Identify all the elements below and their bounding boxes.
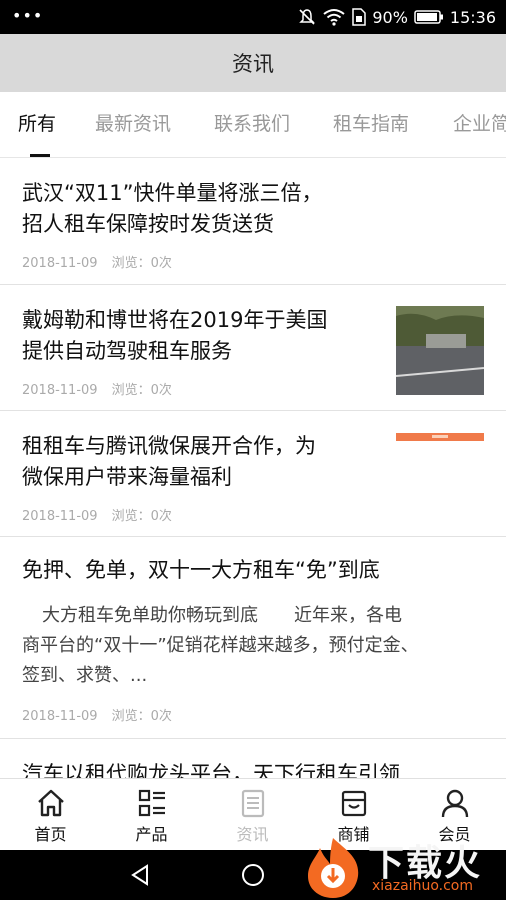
news-views: 浏览：0次 bbox=[111, 256, 172, 271]
sim-card-icon bbox=[352, 8, 367, 26]
battery-percent: 90% bbox=[372, 7, 408, 27]
news-thumbnail-image bbox=[396, 433, 484, 441]
news-excerpt-line: 签到、求赞、... bbox=[22, 665, 148, 686]
news-excerpt: 大方租车免单助你畅玩到底 近年来，各电 商平台的“双十一”促销花样越来越多，预付… bbox=[22, 601, 484, 691]
watermark-logo: 下载火 xiazaihuo.com bbox=[300, 832, 506, 900]
news-title-line: 招人租车保障按时发货送货 bbox=[22, 212, 274, 236]
tab-contact-us[interactable]: 联系我们 bbox=[214, 92, 291, 157]
tab-label: 企业简 bbox=[453, 113, 506, 135]
news-list: 武汉“双11”快件单量将涨三倍， 招人租车保障按时发货送货 2018-11-09… bbox=[0, 158, 506, 778]
tab-label: 租车指南 bbox=[333, 113, 410, 135]
news-title-line: 提供自动驾驶租车服务 bbox=[22, 339, 232, 363]
news-title-line: 免押、免单，双十一大方租车“免”到底 bbox=[22, 558, 380, 582]
home-circle-icon[interactable] bbox=[241, 863, 265, 887]
status-bar: ••• 90% 15:36 bbox=[0, 0, 506, 34]
battery-icon bbox=[414, 10, 443, 24]
news-title: 免押、免单，双十一大方租车“免”到底 bbox=[22, 555, 484, 586]
page-title: 资讯 bbox=[232, 52, 274, 76]
tab-label: 联系我们 bbox=[214, 113, 291, 135]
news-views: 浏览：0次 bbox=[111, 509, 172, 524]
news-meta: 2018-11-09 浏览：0次 bbox=[22, 379, 172, 398]
news-title-line: 微保用户带来海量福利 bbox=[22, 465, 232, 489]
news-title: 汽车以租代购龙头平台，天下行租车引领 bbox=[22, 759, 492, 778]
news-views: 浏览：0次 bbox=[111, 709, 172, 724]
news-meta: 2018-11-09 浏览：0次 bbox=[22, 505, 172, 524]
app-header: 资讯 bbox=[0, 34, 506, 92]
user-icon bbox=[441, 789, 469, 818]
nav-products[interactable]: 产品 bbox=[101, 779, 202, 851]
nav-label: 产品 bbox=[135, 825, 168, 844]
grid-list-icon bbox=[138, 789, 165, 817]
news-title-line: 汽车以租代购龙头平台，天下行租车引领 bbox=[22, 762, 400, 778]
list-item[interactable]: 免押、免单，双十一大方租车“免”到底 大方租车免单助你畅玩到底 近年来，各电 商… bbox=[0, 537, 506, 739]
watermark-url: xiazaihuo.com bbox=[372, 878, 473, 894]
news-title: 戴姆勒和博世将在2019年于美国 提供自动驾驶租车服务 bbox=[22, 305, 392, 367]
nav-home[interactable]: 首页 bbox=[0, 779, 101, 851]
wifi-icon bbox=[323, 9, 345, 26]
news-date: 2018-11-09 bbox=[22, 509, 98, 524]
tab-latest-news[interactable]: 最新资讯 bbox=[95, 92, 172, 157]
news-date: 2018-11-09 bbox=[22, 383, 98, 398]
list-item[interactable]: 武汉“双11”快件单量将涨三倍， 招人租车保障按时发货送货 2018-11-09… bbox=[0, 158, 506, 285]
shop-icon bbox=[341, 790, 367, 817]
news-meta: 2018-11-09 浏览：0次 bbox=[22, 252, 172, 271]
list-item[interactable]: 租租车与腾讯微保展开合作，为 微保用户带来海量福利 2018-11-09 浏览：0… bbox=[0, 411, 506, 537]
back-icon[interactable] bbox=[128, 863, 152, 887]
news-excerpt-line: 商平台的“双十一”促销花样越来越多，预付定金、 bbox=[22, 635, 419, 656]
news-meta: 2018-11-09 浏览：0次 bbox=[22, 705, 172, 724]
news-excerpt-line: 大方租车免单助你畅玩到底 近年来，各电 bbox=[42, 605, 402, 626]
news-icon bbox=[241, 789, 265, 818]
news-title: 租租车与腾讯微保展开合作，为 微保用户带来海量福利 bbox=[22, 431, 392, 493]
tab-all[interactable]: 所有 bbox=[18, 92, 57, 157]
news-views: 浏览：0次 bbox=[111, 383, 172, 398]
category-tabs: 所有 最新资讯 联系我们 租车指南 企业简 bbox=[0, 92, 506, 158]
list-item[interactable]: 汽车以租代购龙头平台，天下行租车引领 bbox=[0, 739, 506, 778]
mute-icon bbox=[299, 9, 316, 25]
news-date: 2018-11-09 bbox=[22, 709, 98, 724]
news-title-line: 租租车与腾讯微保展开合作，为 bbox=[22, 434, 316, 458]
tab-label: 所有 bbox=[18, 113, 57, 135]
news-date: 2018-11-09 bbox=[22, 256, 98, 271]
clock-time: 15:36 bbox=[449, 7, 496, 27]
tab-rental-guide[interactable]: 租车指南 bbox=[333, 92, 410, 157]
nav-label: 资讯 bbox=[236, 825, 269, 844]
nav-news[interactable]: 资讯 bbox=[202, 779, 303, 851]
news-thumbnail-image bbox=[396, 306, 484, 395]
tab-label: 最新资讯 bbox=[95, 113, 172, 135]
news-title: 武汉“双11”快件单量将涨三倍， 招人租车保障按时发货送货 bbox=[22, 178, 484, 240]
news-title-line: 武汉“双11”快件单量将涨三倍， bbox=[22, 181, 323, 205]
nav-label: 首页 bbox=[34, 825, 67, 844]
home-icon bbox=[38, 789, 64, 817]
flame-logo-icon bbox=[308, 838, 359, 898]
list-item[interactable]: 戴姆勒和博世将在2019年于美国 提供自动驾驶租车服务 2018-11-09 浏览… bbox=[0, 285, 506, 411]
news-title-line: 戴姆勒和博世将在2019年于美国 bbox=[22, 308, 328, 332]
tab-company-intro[interactable]: 企业简 bbox=[453, 92, 506, 157]
notification-dots-icon: ••• bbox=[12, 6, 44, 25]
